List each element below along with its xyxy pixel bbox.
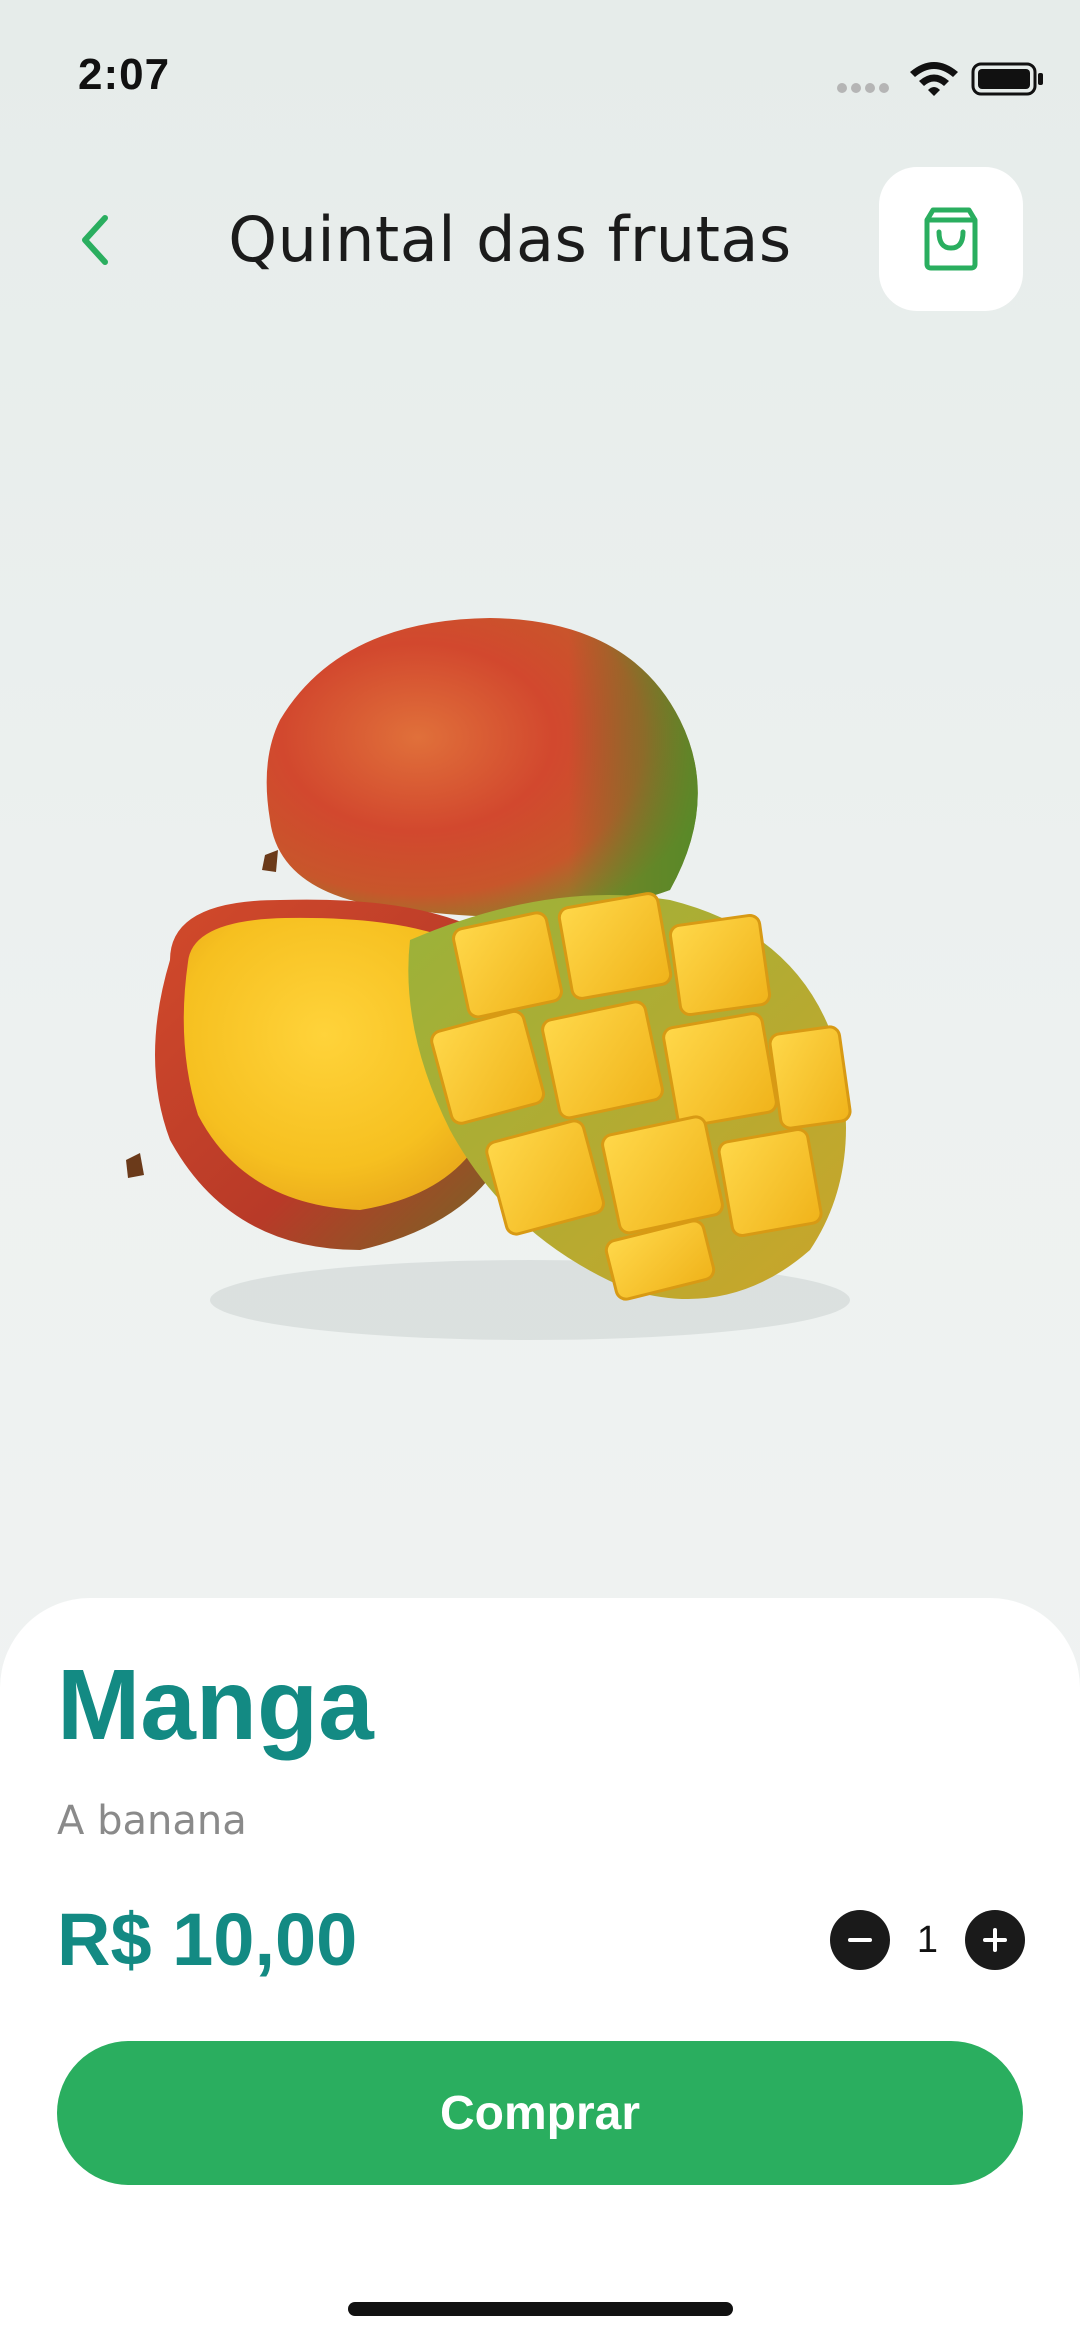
page-title: Quintal das frutas	[228, 203, 792, 276]
buy-button[interactable]: Comprar	[57, 2041, 1023, 2185]
mango-image	[110, 600, 970, 1430]
status-icons	[830, 58, 1050, 98]
back-button[interactable]	[60, 200, 130, 280]
status-time: 2:07	[78, 50, 171, 99]
product-description: A banana	[57, 1798, 247, 1844]
quantity-value: 1	[916, 1919, 939, 1961]
shopping-bag-icon	[924, 207, 978, 271]
battery-icon	[971, 62, 1043, 96]
signal-icon	[837, 83, 889, 93]
home-indicator[interactable]	[348, 2302, 733, 2316]
chevron-left-icon	[82, 215, 108, 265]
minus-icon	[848, 1938, 872, 1942]
quantity-stepper: 1	[830, 1910, 1025, 1970]
decrease-quantity-button[interactable]	[830, 1910, 890, 1970]
buy-button-label: Comprar	[439, 2086, 641, 2140]
product-name: Manga	[57, 1649, 374, 1761]
product-detail-screen: 2:07 Quintal das frutas Manga A banana R…	[0, 0, 1080, 2340]
product-price: R$ 10,00	[57, 1898, 358, 1981]
cart-button[interactable]	[879, 167, 1023, 311]
wifi-icon	[910, 62, 958, 96]
plus-icon	[983, 1928, 1007, 1952]
increase-quantity-button[interactable]	[965, 1910, 1025, 1970]
